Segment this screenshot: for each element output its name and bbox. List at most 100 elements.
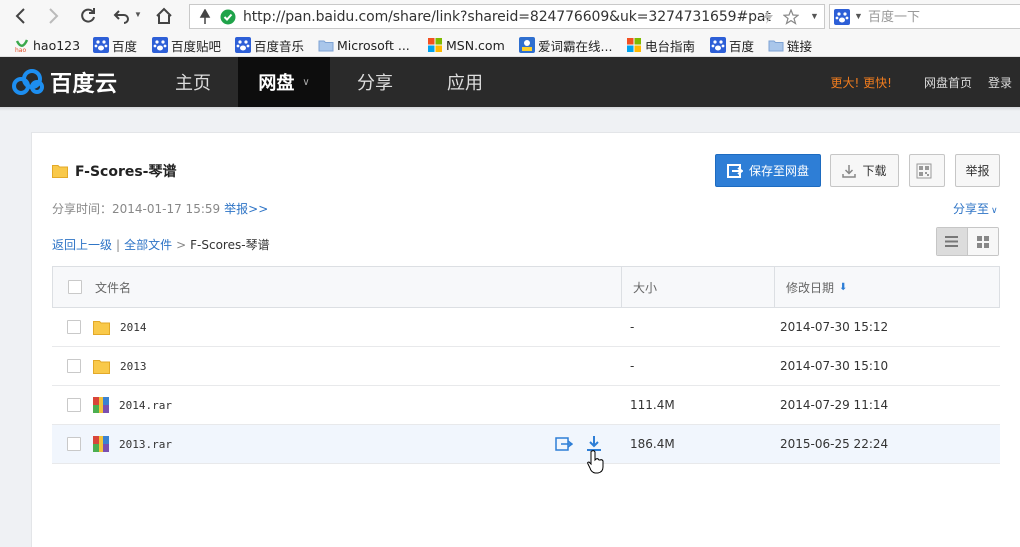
refresh-button[interactable] [76,4,100,28]
url-text[interactable]: http://pan.baidu.com/share/link?shareid=… [243,9,771,25]
column-divider [774,267,775,307]
folder-icon [93,320,110,335]
folder-title: F-Scores-琴谱 [52,161,177,181]
browser-toolbar: ▼ http://pan.baidu.com/share/link?sharei… [0,0,1020,33]
address-dropdown-icon[interactable]: ▼ [810,11,819,21]
bookmark-microsoft[interactable]: Microsoft ... [318,35,410,55]
search-box[interactable]: ▼ [829,4,1020,29]
view-toggle [936,227,999,256]
file-name[interactable]: 2014 [120,321,147,334]
checkbox[interactable] [68,280,82,294]
bookmark-baidu-music[interactable]: 百度音乐 [235,35,304,55]
bookmark-baidu-tieba[interactable]: 百度贴吧 [152,35,221,55]
download-button[interactable]: 下载 [830,154,899,187]
list-view-button[interactable] [937,228,968,255]
promo-link[interactable]: 更大! 更快! [831,74,892,91]
bookmark-hao123[interactable]: hao hao123 [14,35,80,55]
file-modified: 2014-07-29 11:14 [780,398,889,412]
folder-icon [768,40,784,52]
file-name[interactable]: 2014.rar [119,399,172,412]
qrcode-button[interactable] [909,154,945,187]
secure-shield-icon [220,9,236,25]
main-nav: 主页 网盘 ∨ 分享 应用 [148,57,510,107]
search-engine-dropdown-icon[interactable]: ▼ [854,11,863,21]
header-right: 更大! 更快! 网盘首页 登录 [831,57,1012,107]
netdisk-home-link[interactable]: 网盘首页 [924,74,972,91]
save-icon [726,163,743,178]
chevron-down-icon: ∨ [991,206,998,216]
baidu-paw-icon [710,37,726,53]
column-name[interactable]: 文件名 [95,267,131,307]
share-to-dropdown[interactable]: 分享至 ∨ [953,200,998,217]
sort-down-icon[interactable]: ⬇ [839,282,847,293]
nav-apps[interactable]: 应用 [420,57,510,107]
row-checkbox[interactable] [67,398,81,412]
row-checkbox[interactable] [67,320,81,334]
file-name[interactable]: 2013 [120,360,147,373]
iciba-icon [519,37,535,53]
bookmark-baidu-2[interactable]: 百度 [710,35,754,55]
forward-button[interactable] [41,4,65,28]
bookmark-pin-icon[interactable] [197,9,213,25]
report-link[interactable]: 举报>> [224,202,268,216]
windows-icon [627,38,641,52]
folder-icon [93,359,110,374]
table-row[interactable]: 2013 - 2014-07-30 15:10 [52,347,1000,386]
back-button[interactable] [9,4,33,28]
table-row[interactable]: 2013.rar 186.4M 2015-06-25 22:24 [52,425,1000,464]
row-checkbox[interactable] [67,359,81,373]
undo-dropdown-icon[interactable]: ▼ [134,10,142,19]
address-bar[interactable]: http://pan.baidu.com/share/link?shareid=… [189,4,825,29]
bookmark-msn[interactable]: MSN.com [427,35,505,55]
all-files-link[interactable]: 全部文件 [124,238,172,252]
rar-archive-icon [93,436,109,452]
nav-home[interactable]: 主页 [148,57,238,107]
search-input[interactable] [868,8,1016,26]
baidu-paw-icon[interactable] [834,9,850,25]
breadcrumb: 返回上一级 | 全部文件 > F-Scores-琴谱 [52,238,270,252]
breadcrumb-current: F-Scores-琴谱 [190,238,270,252]
bookmarks-bar: hao hao123 百度 百度贴吧 百度音乐 Microsoft ... MS… [0,33,1020,57]
file-size: 111.4M [630,398,675,412]
grid-view-button[interactable] [967,228,998,255]
grid-view-icon [976,235,989,248]
header-shadow [0,107,1020,111]
star-icon[interactable] [783,9,799,25]
table-row[interactable]: 2014.rar 111.4M 2014-07-29 11:14 [52,386,1000,425]
arrow-left-icon [15,8,25,24]
select-all-checkbox[interactable] [68,267,82,307]
site-header: 百度云 主页 网盘 ∨ 分享 应用 更大! 更快! 网盘首页 登录 [0,57,1020,107]
rar-archive-icon [93,397,109,413]
bookmark-radio-guide[interactable]: 电台指南 [626,35,695,55]
undo-button[interactable] [110,4,134,28]
login-link[interactable]: 登录 [988,74,1012,91]
row-actions [555,435,615,453]
table-row[interactable]: 2014 - 2014-07-30 15:12 [52,308,1000,347]
baidu-cloud-logo[interactable]: 百度云 [10,65,118,99]
bookmark-links[interactable]: 链接 [768,35,812,55]
arrow-right-icon [49,8,59,24]
save-to-netdisk-button[interactable]: 保存至网盘 [715,154,821,187]
report-button[interactable]: 举报 [955,154,1000,187]
share-panel: F-Scores-琴谱 分享时间：2014-01-17 15:59 举报>> 返回… [31,132,1020,547]
file-name[interactable]: 2013.rar [119,438,172,451]
chevron-down-icon: ∨ [302,76,310,88]
row-checkbox[interactable] [67,437,81,451]
table-header: 文件名 大小 修改日期 ⬇ [52,266,1000,308]
refresh-icon [81,8,95,23]
save-to-netdisk-icon[interactable] [555,435,573,453]
list-view-icon [945,236,959,247]
qrcode-icon [916,163,932,178]
lightning-icon[interactable] [760,9,776,25]
nav-share[interactable]: 分享 [330,57,420,107]
bookmark-baidu[interactable]: 百度 [93,35,137,55]
baidu-paw-icon [93,37,109,53]
folder-icon [318,40,334,52]
column-divider [621,267,622,307]
bookmark-iciba[interactable]: 爱词霸在线... [519,35,612,55]
nav-netdisk[interactable]: 网盘 ∨ [238,57,330,107]
column-size[interactable]: 大小 [633,267,657,307]
back-up-link[interactable]: 返回上一级 [52,238,112,252]
home-button[interactable] [152,4,176,28]
column-modified[interactable]: 修改日期 ⬇ [786,267,847,307]
